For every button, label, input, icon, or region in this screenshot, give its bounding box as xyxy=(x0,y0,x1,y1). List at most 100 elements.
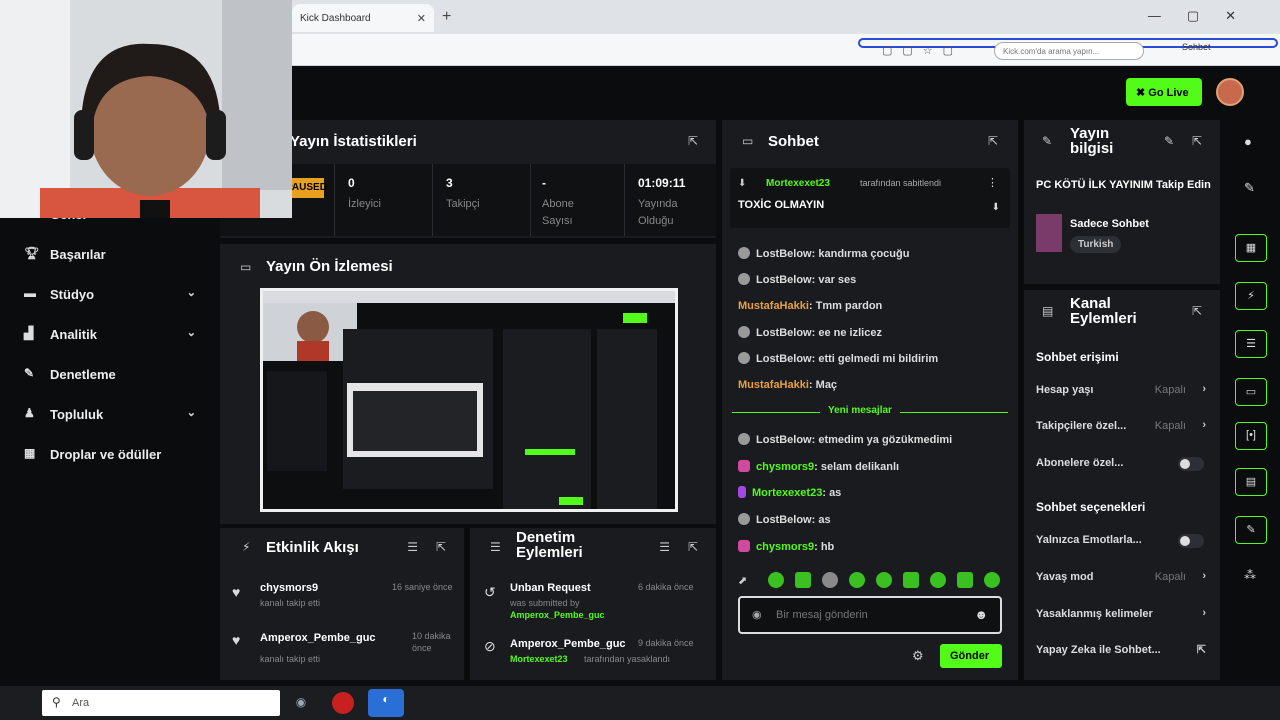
close-tab-icon[interactable]: ✕ xyxy=(417,12,426,25)
sidebar-item-analitik[interactable]: ▟ Analitik ⌄ xyxy=(24,324,204,348)
emote-icon[interactable] xyxy=(930,572,946,588)
window-controls[interactable]: —▢✕ xyxy=(1148,8,1262,24)
filter-icon[interactable]: ☰ xyxy=(407,540,418,554)
rail-button-moderation[interactable]: ☰ xyxy=(1235,330,1267,358)
pencil-icon[interactable]: ✎ xyxy=(1244,180,1255,196)
chat-user[interactable]: LostBelow xyxy=(756,248,812,260)
expand-icon[interactable]: ⇱ xyxy=(1192,304,1202,318)
rail-button-stats[interactable]: ▦ xyxy=(1235,234,1267,262)
chevron-down-icon[interactable]: ⌄ xyxy=(187,286,196,299)
browser-tab[interactable]: Kick Dashboard ✕ xyxy=(292,4,434,32)
stat-value: 3 xyxy=(446,176,453,190)
heart-icon: ♥ xyxy=(232,584,241,600)
taskbar: ⚲ Ara ◉ ◐ xyxy=(0,686,1280,720)
send-button[interactable]: Gönder xyxy=(940,644,1002,668)
chevron-down-icon[interactable]: ⌄ xyxy=(187,326,196,339)
info-icon[interactable]: ● xyxy=(1244,134,1252,149)
badge-icon xyxy=(738,540,750,552)
setting-subscribers-only[interactable]: Abonelere özel... xyxy=(1036,457,1208,475)
go-live-button[interactable]: ✖ Go Live xyxy=(1126,78,1202,106)
share-icon[interactable]: ⁂ xyxy=(1244,568,1256,582)
steam-icon[interactable]: ◉ xyxy=(290,692,312,714)
chat-user[interactable]: LostBelow xyxy=(756,327,812,339)
chat-user[interactable]: chysmors9 xyxy=(756,541,814,553)
chat-input[interactable]: ◉ Bir mesaj gönderin ☻ xyxy=(738,596,1002,634)
browser-profile[interactable]: Sohbet xyxy=(1182,42,1211,52)
browser-toolbar-icons[interactable]: ▢▢☆▢ xyxy=(882,44,963,57)
pin-icon[interactable]: ⬈ xyxy=(738,574,747,587)
rail-button-activity[interactable]: ⚡︎ xyxy=(1235,282,1267,310)
sidebar-item-basarilar[interactable]: 🏆︎ Başarılar xyxy=(24,244,204,268)
subscribers-only-toggle[interactable] xyxy=(1178,457,1204,471)
rail-button-actions[interactable]: ▤ xyxy=(1235,468,1267,496)
mod-user[interactable]: Amperox_Pembe_guc xyxy=(510,610,605,620)
stat-value: 0 xyxy=(348,176,355,190)
expand-icon[interactable]: ⇱ xyxy=(1192,134,1202,148)
gear-icon[interactable]: ⚙︎ xyxy=(912,648,924,664)
chat-message: chysmors9: selam delikanlı xyxy=(738,460,899,473)
category-name[interactable]: Sadece Sohbet xyxy=(1070,218,1149,230)
emote-icon[interactable] xyxy=(822,572,838,588)
sidebar-item-label: Analitik xyxy=(50,327,97,342)
pin-icon[interactable]: ⋮ xyxy=(987,176,998,189)
stat-subscribers: - Abone Sayısı xyxy=(542,176,602,230)
sidebar-item-label: Droplar ve ödüller xyxy=(50,447,162,462)
activity-user: Amperox_Pembe_guc xyxy=(260,632,376,644)
setting-emote-only[interactable]: Yalnızca Emotlarla... xyxy=(1036,534,1208,552)
badge-icon xyxy=(738,486,746,498)
tab-title: Kick Dashboard xyxy=(300,13,371,24)
chevron-down-icon[interactable]: ⌄ xyxy=(187,406,196,419)
chat-user[interactable]: LostBelow xyxy=(756,353,812,365)
chat-title: Sohbet xyxy=(768,133,819,150)
address-search[interactable]: Kick.com'da arama yapın... xyxy=(994,42,1144,60)
chat-user[interactable]: LostBelow xyxy=(756,514,812,526)
eye-icon[interactable]: ◉ xyxy=(752,608,762,621)
expand-icon[interactable]: ⇱ xyxy=(436,540,446,554)
mod-user[interactable]: Mortexexet23 xyxy=(510,654,568,664)
setting-account-age[interactable]: Hesap yaşı Kapalı › xyxy=(1036,383,1208,402)
chat-user[interactable]: Mortexexet23 xyxy=(752,487,822,499)
avatar[interactable] xyxy=(1216,78,1244,106)
rail-button-preview[interactable]: [•] xyxy=(1235,422,1267,450)
sidebar-item-droplar[interactable]: ▦ Droplar ve ödüller xyxy=(24,444,204,468)
setting-ai-chat[interactable]: Yapay Zeka ile Sohbet... ⇱ xyxy=(1036,644,1208,662)
badge-icon xyxy=(738,460,750,472)
emote-icon[interactable] xyxy=(957,572,973,588)
emote-icon[interactable] xyxy=(984,572,1000,588)
emote-icon[interactable] xyxy=(849,572,865,588)
mod-title: Amperox_Pembe_guc xyxy=(510,638,626,650)
sidebar-item-denetleme[interactable]: ✎ Denetleme xyxy=(24,364,204,388)
taskbar-search[interactable]: ⚲ Ara xyxy=(42,690,280,716)
setting-followers-only[interactable]: Takipçilere özel... Kapalı › xyxy=(1036,419,1208,438)
emote-icon[interactable] xyxy=(876,572,892,588)
filter-icon[interactable]: ☰ xyxy=(659,540,670,554)
sidebar-item-topluluk[interactable]: ♟ Topluluk ⌄ xyxy=(24,404,204,428)
chat-user[interactable]: LostBelow xyxy=(756,274,812,286)
pencil-icon[interactable]: ✎ xyxy=(1164,134,1174,148)
emoji-icon[interactable]: ☻ xyxy=(974,607,988,622)
emote-only-toggle[interactable] xyxy=(1178,534,1204,548)
chat-user[interactable]: LostBelow xyxy=(756,434,812,446)
activity-time: 10 dakika önce xyxy=(412,631,451,653)
emote-icon[interactable] xyxy=(795,572,811,588)
rail-button-chat[interactable]: ▭ xyxy=(1235,378,1267,406)
chat-text: ee ne izlicez xyxy=(818,327,882,339)
chat-user[interactable]: MustafaHakki xyxy=(738,300,809,312)
mod-detail: tarafından yasaklandı xyxy=(584,654,671,664)
recorder-icon[interactable] xyxy=(332,692,354,714)
expand-icon[interactable]: ⇱ xyxy=(688,540,698,554)
rail-button-info[interactable]: ✎ xyxy=(1235,516,1267,544)
chat-user[interactable]: MustafaHakki xyxy=(738,379,809,391)
chat-user[interactable]: chysmors9 xyxy=(756,461,814,473)
new-tab-button[interactable]: + xyxy=(442,8,451,26)
setting-banned-words[interactable]: Yasaklanmış kelimeler › xyxy=(1036,607,1208,626)
sidebar-item-studyo[interactable]: ▬ Stüdyo ⌄ xyxy=(24,284,204,308)
stream-preview[interactable] xyxy=(260,288,678,512)
expand-icon[interactable]: ⇱ xyxy=(688,134,698,148)
chevron-down-icon[interactable]: ⬇︎ xyxy=(992,202,1000,213)
emote-icon[interactable] xyxy=(903,572,919,588)
edge-icon[interactable]: ◐ xyxy=(368,689,404,717)
emote-icon[interactable] xyxy=(768,572,784,588)
expand-icon[interactable]: ⇱ xyxy=(988,134,998,148)
setting-slow-mode[interactable]: Yavaş mod Kapalı › xyxy=(1036,570,1208,589)
